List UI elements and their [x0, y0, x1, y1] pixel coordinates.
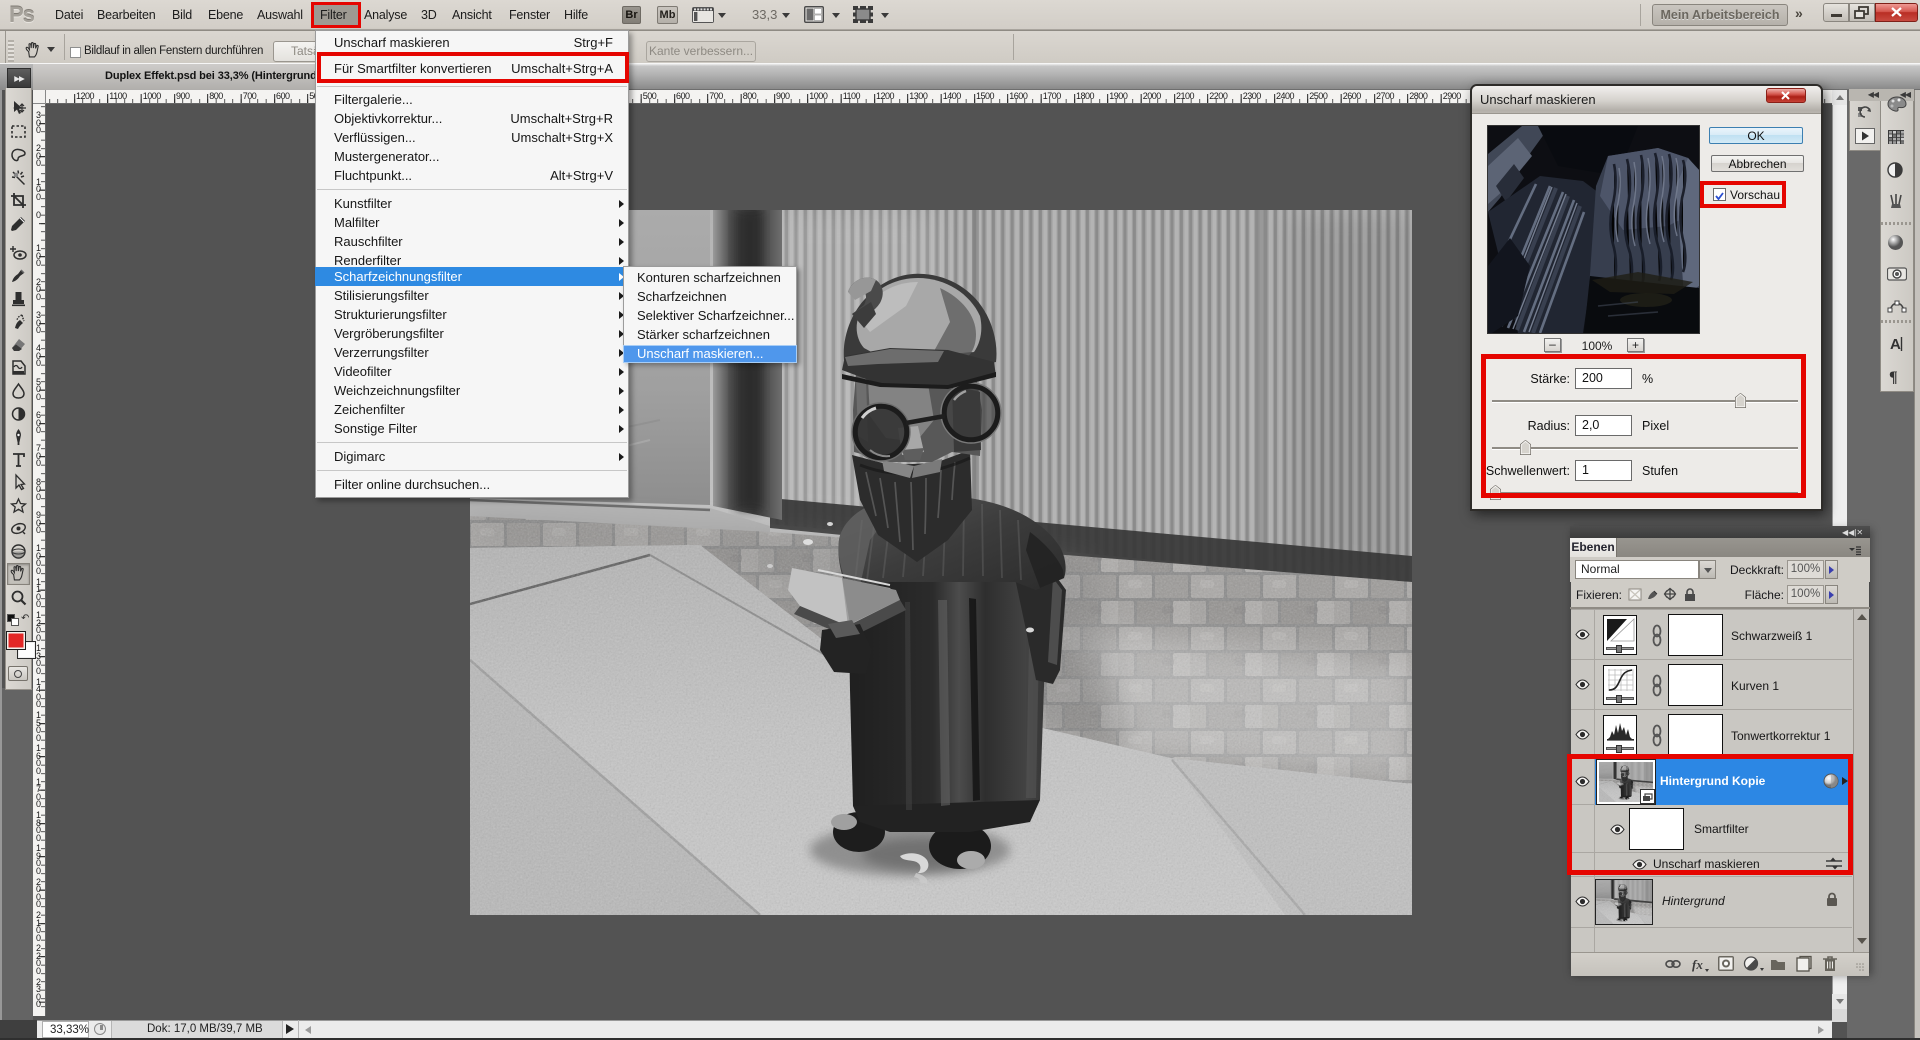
svg-text:A: A — [1890, 336, 1901, 353]
svg-text:¶: ¶ — [1889, 369, 1898, 385]
svg-text:fx: fx — [1692, 957, 1703, 972]
